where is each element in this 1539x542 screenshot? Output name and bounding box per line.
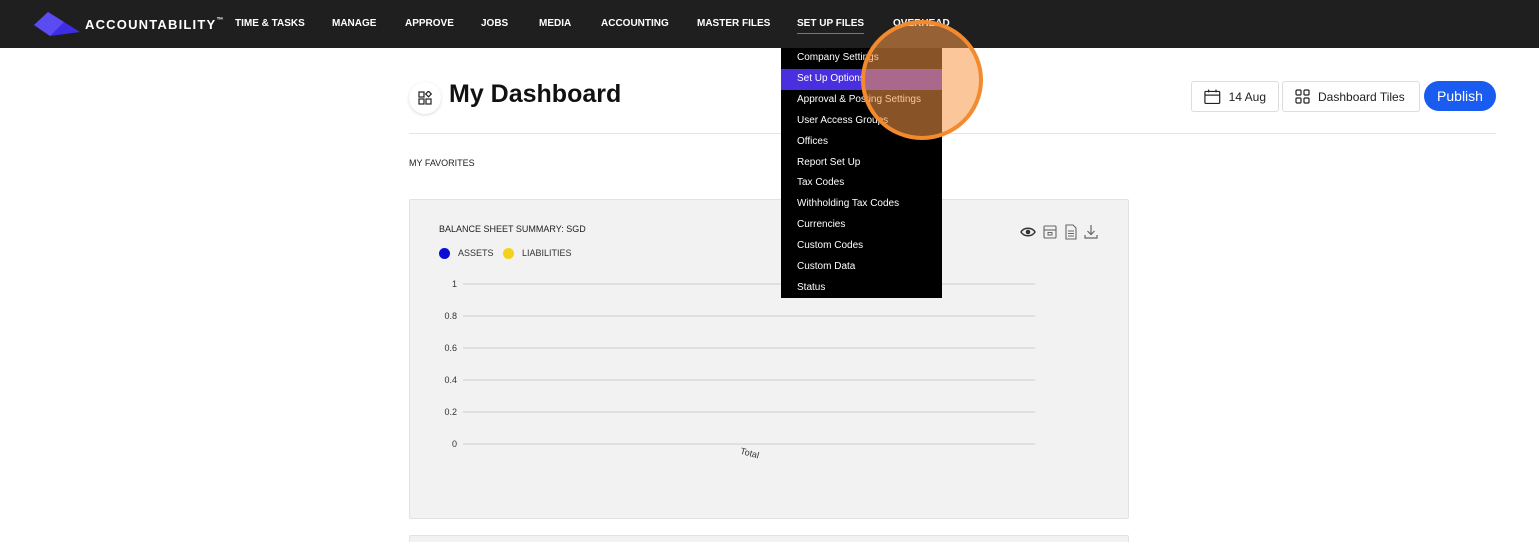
legend-assets-swatch <box>439 247 450 259</box>
x-category-label-0: Total <box>739 446 760 461</box>
dropdown-item-company-settings[interactable]: Company Settings <box>781 48 942 69</box>
brand-trademark: ™ <box>216 17 224 24</box>
date-label: 14 Aug <box>1228 89 1266 104</box>
dropdown-item-offices[interactable]: Offices <box>781 132 942 153</box>
legend-liabilities[interactable]: LIABILITIES <box>503 247 572 259</box>
set-up-files-dropdown: Company Settings Set Up Options Approval &… <box>781 48 942 298</box>
publish-button[interactable]: Publish <box>1424 81 1496 111</box>
dashboard-icon-button[interactable] <box>409 82 441 114</box>
header-divider <box>409 133 1496 134</box>
brand-name[interactable]: ACCOUNTABILITY™ <box>85 17 223 32</box>
accountability-logo-icon[interactable] <box>34 12 80 36</box>
legend-assets-label: ASSETS <box>458 248 494 258</box>
dropdown-item-set-up-options[interactable]: Set Up Options <box>781 68 942 90</box>
dashboard-icon <box>418 91 432 105</box>
nav-accounting[interactable]: ACCOUNTING <box>601 18 669 29</box>
nav-manage[interactable]: MANAGE <box>332 18 376 29</box>
document-icon[interactable] <box>1063 224 1079 240</box>
date-picker-button[interactable]: 14 Aug <box>1191 81 1279 112</box>
dashboard-tiles-button[interactable]: Dashboard Tiles <box>1282 81 1420 112</box>
dropdown-item-custom-data[interactable]: Custom Data <box>781 257 942 278</box>
y-tick-label-3: 0.4 <box>444 375 457 385</box>
dashboard-tiles-label: Dashboard Tiles <box>1318 89 1405 104</box>
tiles-grid-icon <box>1295 89 1310 104</box>
nav-time-and-tasks[interactable]: TIME & TASKS <box>235 18 305 29</box>
legend-liabilities-swatch <box>503 247 514 259</box>
y-tick-label-1: 0.8 <box>444 311 457 321</box>
archive-icon[interactable] <box>1042 224 1058 240</box>
nav-media[interactable]: MEDIA <box>539 18 571 29</box>
y-tick-label-2: 0.6 <box>444 343 457 353</box>
nav-set-up-files[interactable]: SET UP FILES <box>797 18 865 34</box>
y-tick-label-5: 0 <box>452 439 457 449</box>
nav-master-files[interactable]: MASTER FILES <box>697 18 770 29</box>
nav-approve[interactable]: APPROVE <box>405 18 454 29</box>
brand-text: ACCOUNTABILITY <box>85 17 217 32</box>
dropdown-item-custom-codes[interactable]: Custom Codes <box>781 236 942 257</box>
calendar-icon <box>1204 89 1221 105</box>
balance-sheet-chart: 1 0.8 0.6 0.4 0.2 0 Total <box>444 279 1035 461</box>
dropdown-item-user-access-groups[interactable]: User Access Groups <box>781 111 942 132</box>
nav-jobs[interactable]: JOBS <box>481 18 508 29</box>
favorites-section-label: MY FAVORITES <box>409 158 475 168</box>
next-tile <box>409 535 1129 542</box>
page-title: My Dashboard <box>449 80 622 108</box>
eye-icon[interactable] <box>1020 224 1036 240</box>
dropdown-item-currencies[interactable]: Currencies <box>781 215 942 236</box>
tile-title: BALANCE SHEET SUMMARY: SGD <box>439 224 586 234</box>
y-tick-label-0: 1 <box>452 279 457 289</box>
y-tick-label-4: 0.2 <box>444 407 457 417</box>
dropdown-item-report-set-up[interactable]: Report Set Up <box>781 153 942 174</box>
nav-overhead[interactable]: OVERHEAD <box>893 18 950 29</box>
dropdown-item-withholding-tax-codes[interactable]: Withholding Tax Codes <box>781 194 942 215</box>
dropdown-item-status[interactable]: Status <box>781 278 942 299</box>
legend-liabilities-label: LIABILITIES <box>522 248 572 258</box>
dropdown-item-tax-codes[interactable]: Tax Codes <box>781 173 942 194</box>
top-navigation-bar: ACCOUNTABILITY™ TIME & TASKS MANAGE APPR… <box>0 0 1539 48</box>
download-icon[interactable] <box>1083 224 1099 240</box>
legend-assets[interactable]: ASSETS <box>439 247 494 259</box>
dropdown-item-approval-and-posting-settings[interactable]: Approval & Posting Settings <box>781 90 942 111</box>
